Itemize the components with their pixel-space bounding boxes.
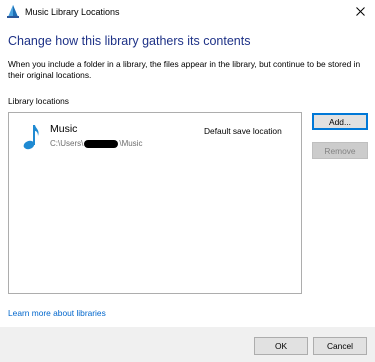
music-library-icon [7, 5, 19, 18]
close-icon [355, 6, 365, 16]
description-text: When you include a folder in a library, … [8, 59, 361, 80]
default-save-location-label: Default save location [204, 126, 282, 136]
library-locations-list[interactable]: Music C:\Users\ \Music Default save loca… [8, 112, 302, 294]
ok-button[interactable]: OK [254, 337, 308, 355]
cancel-button[interactable]: Cancel [313, 337, 367, 355]
title-bar: Music Library Locations [0, 0, 375, 24]
library-locations-label: Library locations [8, 96, 69, 106]
redacted-username [84, 139, 119, 148]
close-button[interactable] [345, 0, 375, 22]
library-item-path: C:\Users\ \Music [50, 139, 142, 148]
library-item-name: Music [50, 123, 78, 135]
page-heading: Change how this library gathers its cont… [8, 34, 251, 48]
list-item-music[interactable]: Music C:\Users\ \Music Default save loca… [19, 121, 297, 155]
music-note-icon [23, 125, 39, 150]
window-title: Music Library Locations [25, 7, 120, 17]
path-suffix: \Music [119, 139, 143, 148]
path-prefix: C:\Users\ [50, 139, 84, 148]
learn-more-link[interactable]: Learn more about libraries [8, 308, 106, 318]
add-button[interactable]: Add... [312, 113, 368, 130]
remove-button[interactable]: Remove [312, 142, 368, 159]
